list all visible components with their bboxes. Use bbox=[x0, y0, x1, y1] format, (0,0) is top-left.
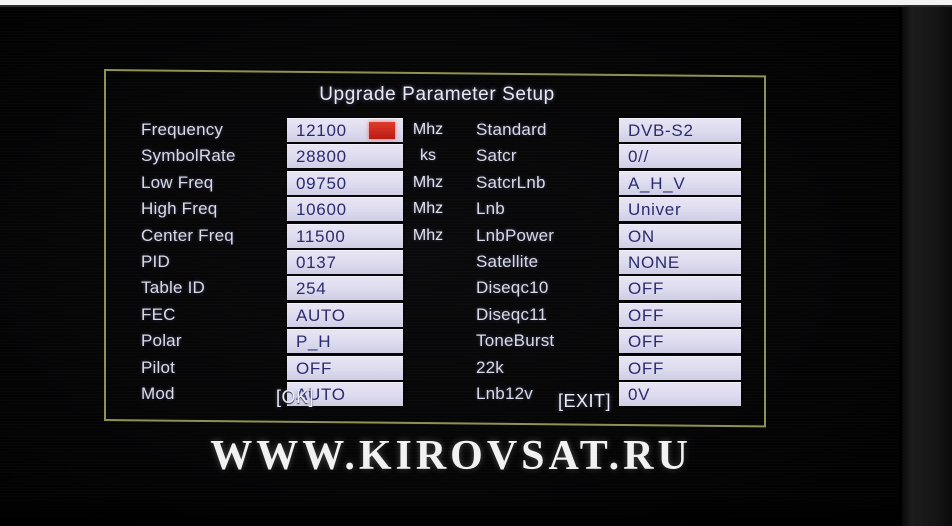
label-22k: 22k bbox=[476, 357, 505, 377]
top-inner-line bbox=[0, 5, 952, 7]
value-satcr[interactable]: 0// bbox=[619, 144, 741, 169]
value-low-freq[interactable]: 09750 bbox=[287, 170, 403, 195]
osd-menu-panel: Upgrade Parameter Setup Frequency 12100 Mh… bbox=[104, 69, 766, 428]
label-toneburst: ToneBurst bbox=[476, 331, 555, 351]
value-pilot[interactable]: OFF bbox=[287, 355, 403, 380]
label-symbolrate: SymbolRate bbox=[141, 146, 236, 166]
label-fec: FEC bbox=[141, 304, 176, 324]
label-table-id: Table ID bbox=[141, 278, 205, 298]
page-title: Upgrade Parameter Setup bbox=[319, 84, 555, 106]
label-polar: Polar bbox=[141, 331, 182, 351]
value-diseqc11[interactable]: OFF bbox=[619, 302, 741, 327]
label-mod: Mod bbox=[141, 384, 175, 404]
value-standard[interactable]: DVB-S2 bbox=[619, 118, 741, 143]
label-pid: PID bbox=[141, 252, 170, 272]
exit-button[interactable]: [EXIT] bbox=[558, 391, 611, 412]
value-table-id[interactable]: 254 bbox=[287, 276, 403, 301]
label-center-freq: Center Freq bbox=[141, 225, 234, 245]
value-high-freq[interactable]: 10600 bbox=[287, 197, 403, 222]
unit-symbolrate: ks bbox=[420, 147, 436, 165]
label-satcr: Satcr bbox=[476, 146, 517, 166]
label-pilot: Pilot bbox=[141, 357, 176, 377]
label-lnbpower: LnbPower bbox=[476, 225, 555, 245]
label-frequency: Frequency bbox=[141, 120, 224, 140]
unit-high-freq: Mhz bbox=[412, 200, 444, 218]
value-satellite[interactable]: NONE bbox=[619, 250, 741, 275]
unit-frequency: Mhz bbox=[412, 121, 444, 139]
value-satcrlnb[interactable]: A_H_V bbox=[619, 170, 741, 195]
value-lnbpower[interactable]: ON bbox=[619, 223, 741, 248]
value-fec[interactable]: AUTO bbox=[287, 302, 403, 327]
label-low-freq: Low Freq bbox=[141, 172, 214, 192]
value-lnb[interactable]: Univer bbox=[619, 197, 741, 222]
screen-bezel-right bbox=[900, 5, 952, 526]
value-pid[interactable]: 0137 bbox=[287, 250, 403, 275]
label-standard: Standard bbox=[476, 120, 547, 140]
value-diseqc10[interactable]: OFF bbox=[619, 276, 741, 301]
value-polar[interactable]: P_H bbox=[287, 329, 403, 354]
value-lnb12v[interactable]: 0V bbox=[619, 382, 741, 407]
value-center-freq[interactable]: 11500 bbox=[287, 223, 403, 248]
value-toneburst[interactable]: OFF bbox=[619, 329, 741, 354]
screen-bezel-edge bbox=[899, 5, 902, 526]
tv-screen-photo: Upgrade Parameter Setup Frequency 12100 Mh… bbox=[0, 0, 952, 526]
site-watermark: WWW.KIROVSAT.RU bbox=[210, 433, 692, 479]
label-diseqc11: Diseqc11 bbox=[476, 304, 548, 324]
value-frequency[interactable]: 12100 bbox=[287, 118, 403, 143]
ok-button[interactable]: [OK] bbox=[276, 387, 314, 408]
unit-center-freq: Mhz bbox=[412, 226, 444, 244]
unit-low-freq: Mhz bbox=[412, 173, 444, 191]
label-satcrlnb: SatcrLnb bbox=[476, 172, 546, 192]
value-symbolrate[interactable]: 28800 bbox=[287, 144, 403, 169]
label-diseqc10: Diseqc10 bbox=[476, 278, 549, 298]
label-lnb12v: Lnb12v bbox=[476, 384, 533, 404]
bottom-vignette bbox=[0, 492, 952, 526]
value-22k[interactable]: OFF bbox=[619, 355, 741, 380]
label-satellite: Satellite bbox=[476, 252, 539, 272]
label-lnb: Lnb bbox=[476, 199, 505, 219]
label-high-freq: High Freq bbox=[141, 199, 218, 219]
